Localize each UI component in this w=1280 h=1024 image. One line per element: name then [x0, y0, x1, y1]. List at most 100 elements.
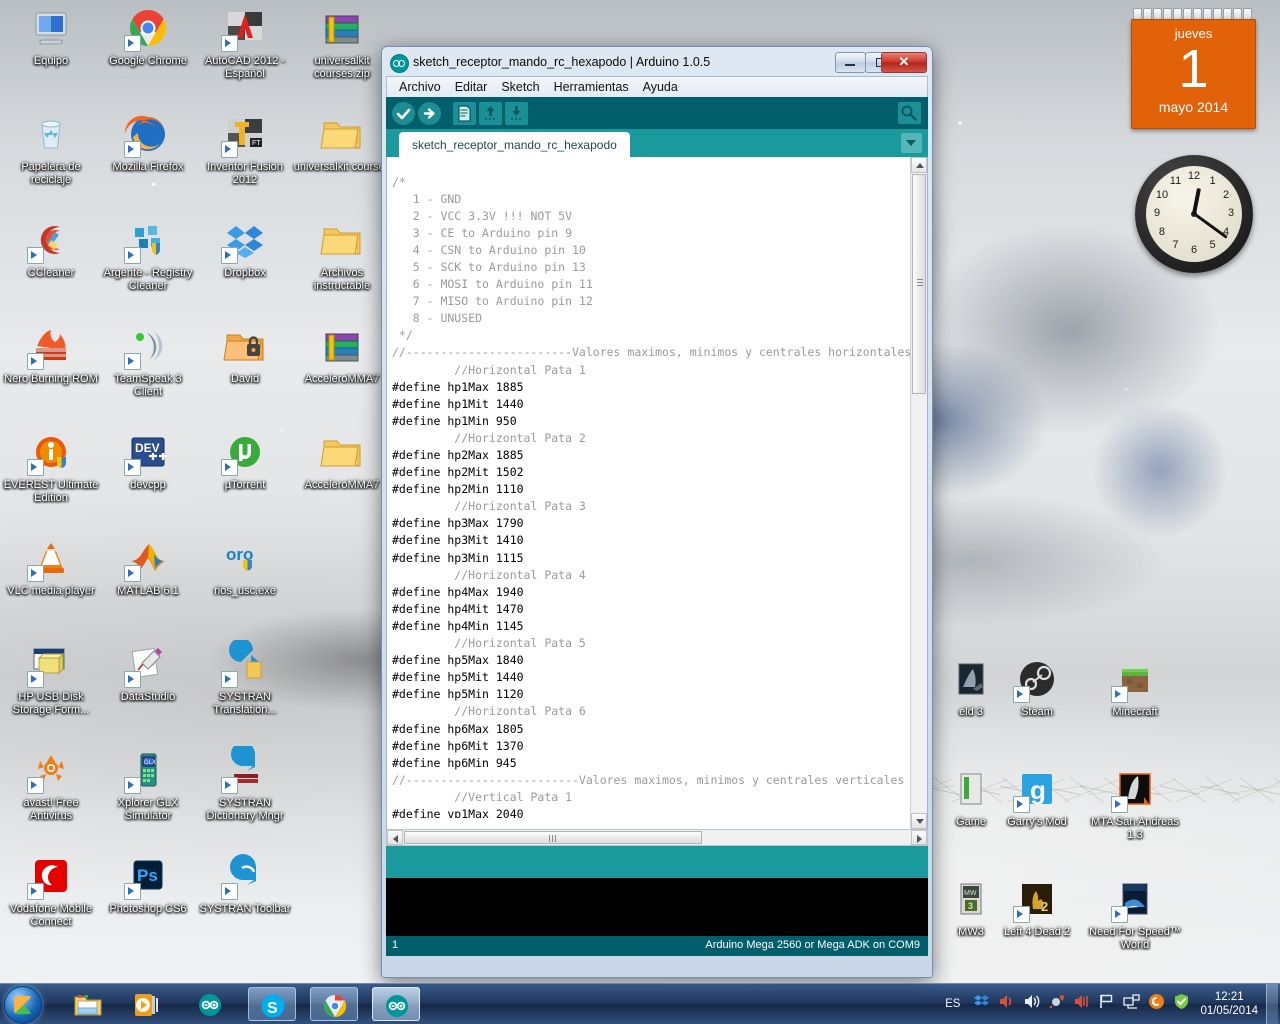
- ide-toolbar[interactable]: [386, 97, 928, 129]
- desktop-icon-label: Dropbox: [224, 267, 266, 279]
- shield-ok-icon[interactable]: [1173, 994, 1190, 1014]
- desktop-icon-label: Equipo: [33, 55, 69, 67]
- scroll-left-arrow[interactable]: [387, 830, 403, 845]
- desktop-icon[interactable]: universalkit courses: [293, 110, 391, 174]
- scroll-down-arrow[interactable]: [911, 813, 927, 829]
- code-text[interactable]: /* 1 - GND 2 - VCC 3.3V !!! NOT 5V 3 - C…: [387, 169, 911, 818]
- desktop-icon[interactable]: MTA San Andreas 1.3: [1086, 765, 1184, 842]
- shortcut-arrow-icon: [124, 35, 141, 52]
- desktop-icon[interactable]: MATLAB 6.1: [99, 534, 197, 598]
- minimize-button[interactable]: [835, 52, 866, 73]
- network-icon[interactable]: [1123, 994, 1141, 1014]
- sketch-tab-bar[interactable]: sketch_receptor_mando_rc_hexapodo: [386, 129, 928, 157]
- close-button[interactable]: [881, 52, 927, 73]
- editor-horizontal-scrollbar[interactable]: [386, 829, 928, 846]
- verify-button[interactable]: [392, 101, 415, 125]
- desktop-icon[interactable]: 2 Left 4 Dead 2: [988, 875, 1086, 939]
- menu-item-ayuda[interactable]: Ayuda: [636, 79, 685, 95]
- clock-date-button[interactable]: 12:21 01/05/2014: [1200, 990, 1258, 1018]
- desktop-icon[interactable]: Steam: [988, 655, 1086, 719]
- desktop-icon[interactable]: Archivos instructable: [293, 216, 391, 293]
- desktop-icon[interactable]: David: [196, 322, 294, 386]
- menu-item-archivo[interactable]: Archivo: [392, 79, 448, 95]
- desktop-icon[interactable]: AcceleroMMA7: [293, 322, 391, 386]
- desktop-icon[interactable]: Need For Speed™ World: [1086, 875, 1184, 952]
- editor-vertical-scrollbar[interactable]: [910, 157, 927, 829]
- dropbox-tray-icon[interactable]: [973, 995, 990, 1014]
- desktop-icon[interactable]: Ps Photoshop CS6: [99, 852, 197, 916]
- desktop-icon[interactable]: Minecraft: [1086, 655, 1184, 719]
- open-button[interactable]: [479, 101, 502, 125]
- clock-numeral: 10: [1155, 188, 1169, 201]
- calendar-gadget[interactable]: jueves 1 mayo 2014: [1131, 8, 1256, 129]
- language-indicator[interactable]: ES: [945, 998, 960, 1010]
- desktop-icon[interactable]: DEV devcpp: [99, 428, 197, 492]
- taskbar-explorer[interactable]: [64, 987, 112, 1021]
- horizontal-scroll-thumb[interactable]: [404, 831, 702, 844]
- desktop-icon[interactable]: CCleaner: [2, 216, 100, 280]
- serial-monitor-button[interactable]: [898, 102, 921, 124]
- new-button[interactable]: [453, 101, 476, 125]
- code-line: #define hp3Mit 1410: [392, 533, 524, 548]
- speaker-red-icon[interactable]: [1073, 995, 1090, 1014]
- desktop-icon[interactable]: TeamSpeak 3 Client: [99, 322, 197, 399]
- vertical-scroll-thumb[interactable]: [912, 174, 926, 394]
- action-center-flag-icon[interactable]: [1098, 994, 1115, 1014]
- taskbar[interactable]: S ES 12:21 01/05/2014: [0, 983, 1280, 1024]
- desktop-icon[interactable]: Argente - Registry Cleaner: [99, 216, 197, 293]
- desktop-icon[interactable]: oro rios_usc.exe: [196, 534, 294, 598]
- desktop-icon[interactable]: FT Inventor Fusion 2012: [196, 110, 294, 187]
- taskbar-chrome[interactable]: [310, 987, 358, 1021]
- arduino-ide-window[interactable]: sketch_receptor_mando_rc_hexapodo | Ardu…: [381, 46, 933, 978]
- desktop-icon[interactable]: AcceleroMMA7: [293, 428, 391, 492]
- taskbar-arduino-pinned[interactable]: [186, 987, 234, 1021]
- desktop-icon[interactable]: EVEREST Ultimate Edition: [2, 428, 100, 505]
- menu-item-sketch[interactable]: Sketch: [494, 79, 546, 95]
- desktop-icon[interactable]: Google Chrome: [99, 4, 197, 68]
- taskbar-media-player[interactable]: [122, 987, 170, 1021]
- desktop-icon[interactable]: HP USB Disk Storage Form...: [2, 640, 100, 717]
- sketch-tab[interactable]: sketch_receptor_mando_rc_hexapodo: [399, 132, 630, 157]
- volume-muted-icon[interactable]: [998, 995, 1015, 1014]
- desktop-icon[interactable]: Dropbox: [196, 216, 294, 280]
- upload-button[interactable]: [418, 101, 441, 125]
- bluetooth-icon[interactable]: [1048, 995, 1065, 1014]
- show-desktop-button[interactable]: [1266, 984, 1278, 1024]
- console-output[interactable]: [386, 878, 928, 936]
- desktop-icon[interactable]: SYSTRAN Toolbar: [196, 852, 294, 916]
- menu-item-herramientas[interactable]: Herramientas: [547, 79, 636, 95]
- desktop-icon[interactable]: SYSTRAN Dictionary Mngr: [196, 742, 294, 823]
- taskbar-arduino[interactable]: [372, 987, 420, 1021]
- desktop-icon[interactable]: µTorrent: [196, 428, 294, 492]
- desktop-icon[interactable]: avast! Free Antivirus: [2, 746, 100, 823]
- desktop-icon[interactable]: Mozilla Firefox: [99, 110, 197, 174]
- desktop-icon[interactable]: Nero Burning ROM: [2, 322, 100, 386]
- scroll-up-arrow[interactable]: [911, 157, 927, 173]
- taskbar-skype[interactable]: S: [248, 987, 296, 1021]
- calendar-day: 1: [1178, 39, 1209, 99]
- window-titlebar[interactable]: sketch_receptor_mando_rc_hexapodo | Ardu…: [386, 51, 928, 76]
- desktop-icon[interactable]: GLX Xplorer GLX Simulator: [99, 746, 197, 823]
- chevron-down-icon[interactable]: [901, 133, 922, 153]
- desktop-icon[interactable]: Equipo: [2, 4, 100, 68]
- desktop-icon[interactable]: g Garry's Mod: [988, 765, 1086, 829]
- desktop-icon[interactable]: universalkit courses.zip: [293, 4, 391, 81]
- desktop-icon[interactable]: VLC media player: [2, 534, 100, 598]
- avast-tray-icon[interactable]: [1148, 994, 1165, 1014]
- clock-gadget[interactable]: 12 1 2 3 4 5 6 7 8 9 10 11: [1135, 155, 1253, 287]
- save-button[interactable]: [505, 101, 528, 125]
- scroll-right-arrow[interactable]: [911, 830, 927, 845]
- shortcut-arrow-icon: [221, 777, 238, 794]
- menu-bar[interactable]: Archivo Editar Sketch Herramientas Ayuda: [386, 76, 928, 97]
- code-line: /*: [392, 174, 406, 189]
- volume-icon[interactable]: [1023, 995, 1040, 1014]
- start-button[interactable]: [4, 986, 42, 1024]
- code-line: //Vertical Pata 1: [454, 789, 573, 804]
- desktop-icon[interactable]: Vodafone Mobile Connect: [2, 852, 100, 929]
- desktop-icon[interactable]: SYSTRAN Translation...: [196, 638, 294, 717]
- desktop-icon[interactable]: AutoCAD 2012 - Español: [196, 4, 294, 81]
- code-editor[interactable]: /* 1 - GND 2 - VCC 3.3V !!! NOT 5V 3 - C…: [386, 157, 928, 829]
- desktop-icon[interactable]: Papelera de reciclaje: [2, 110, 100, 187]
- desktop-icon[interactable]: DataStudio: [99, 640, 197, 704]
- menu-item-editar[interactable]: Editar: [448, 79, 495, 95]
